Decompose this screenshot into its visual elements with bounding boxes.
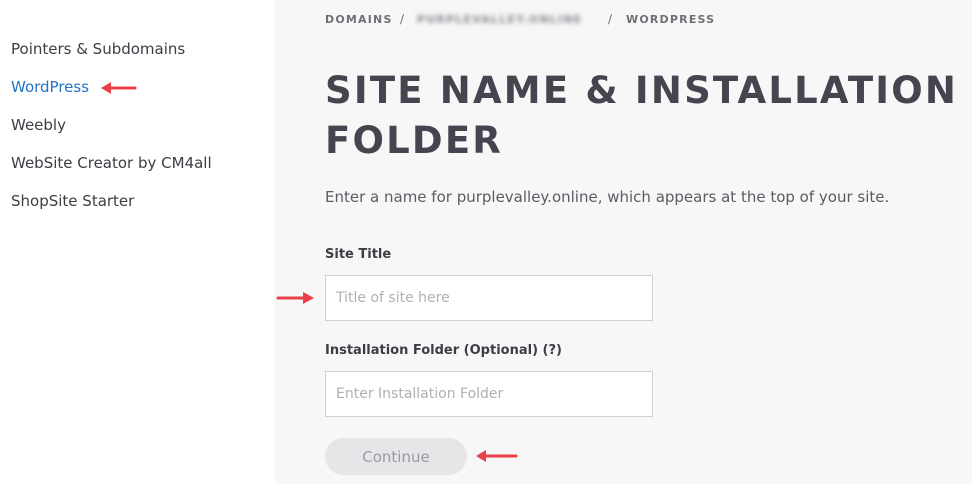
continue-button[interactable]: Continue <box>325 438 467 475</box>
page-description: Enter a name for purplevalley.online, wh… <box>325 188 890 206</box>
sidebar: Pointers & Subdomains WordPress Weebly W… <box>0 0 275 484</box>
breadcrumb-separator: / <box>400 12 405 26</box>
main-panel: DOMAINS / PURPLEVALLEY.ONLINE / WORDPRES… <box>275 0 972 484</box>
annotation-arrow-icon <box>101 82 137 94</box>
annotation-arrow-icon <box>276 292 314 304</box>
installation-folder-input[interactable] <box>325 371 653 417</box>
sidebar-item-shopsite-starter[interactable]: ShopSite Starter <box>11 192 134 210</box>
breadcrumb-wordpress: WORDPRESS <box>626 13 716 26</box>
sidebar-item-website-creator[interactable]: WebSite Creator by CM4all <box>11 154 212 172</box>
breadcrumb-domain-name[interactable]: PURPLEVALLEY.ONLINE <box>417 13 582 26</box>
sidebar-item-wordpress[interactable]: WordPress <box>11 78 89 96</box>
installation-folder-label: Installation Folder (Optional) (?) <box>325 343 562 358</box>
sidebar-item-weebly[interactable]: Weebly <box>11 116 66 134</box>
page-title: SITE NAME & INSTALLATION FOLDER <box>325 69 959 162</box>
annotation-arrow-icon <box>476 450 518 462</box>
site-title-input[interactable] <box>325 275 653 321</box>
breadcrumb-domains[interactable]: DOMAINS <box>325 13 393 26</box>
site-title-label: Site Title <box>325 247 392 262</box>
breadcrumb-separator: / <box>608 12 613 26</box>
sidebar-item-pointers-subdomains[interactable]: Pointers & Subdomains <box>11 40 185 58</box>
